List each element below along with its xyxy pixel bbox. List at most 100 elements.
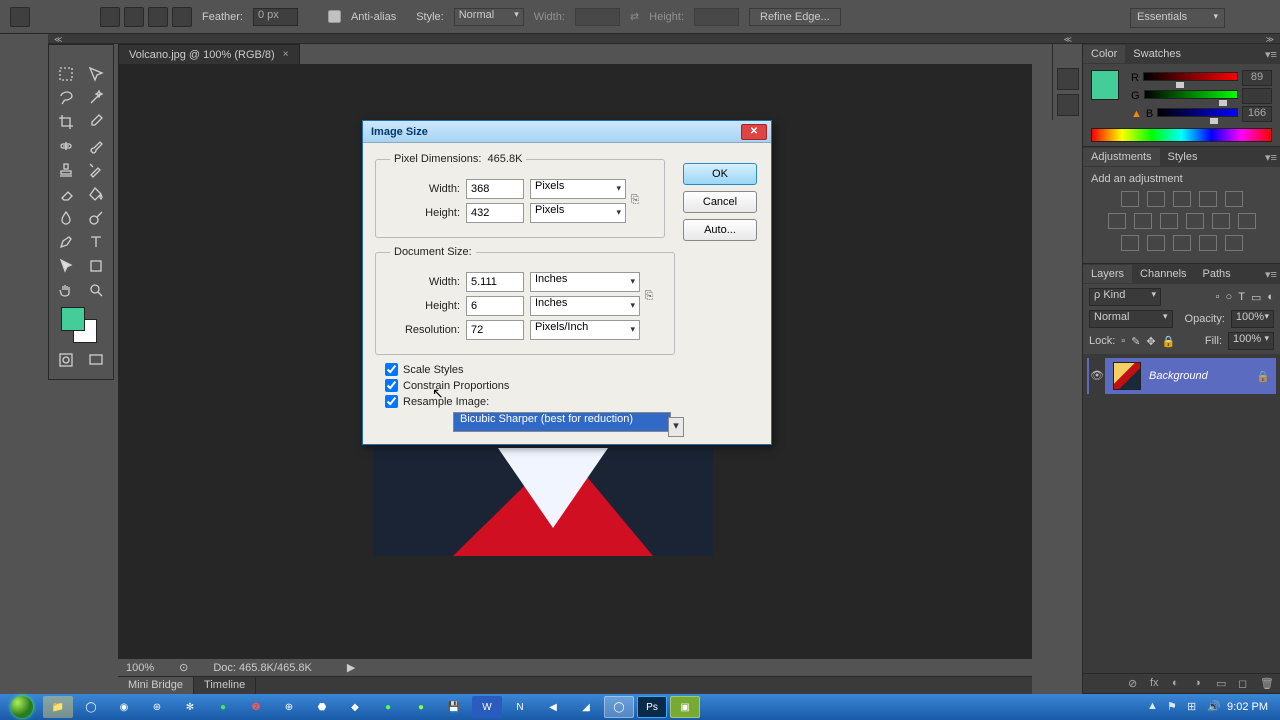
taskbar-app-icon[interactable]: ●: [208, 696, 238, 718]
tab-layers[interactable]: Layers: [1083, 265, 1132, 283]
link-layers-icon[interactable]: ⊘: [1128, 677, 1142, 691]
scale-styles-checkbox[interactable]: [385, 363, 398, 376]
marquee-tool-icon[interactable]: [52, 63, 80, 85]
wand-tool-icon[interactable]: [82, 87, 110, 109]
brush-tool-icon[interactable]: [82, 135, 110, 157]
pixel-width-unit[interactable]: Pixels: [530, 179, 626, 199]
b-value[interactable]: 166: [1242, 106, 1272, 122]
tab-swatches[interactable]: Swatches: [1125, 45, 1189, 63]
photo-filter-icon[interactable]: [1160, 213, 1178, 229]
tray-flag-icon[interactable]: ⚑: [1167, 700, 1181, 714]
color-ramp[interactable]: [1091, 128, 1272, 142]
taskbar-app-icon[interactable]: ◀: [538, 696, 568, 718]
taskbar-app-icon[interactable]: ✻: [175, 696, 205, 718]
link-icon[interactable]: ⎘: [640, 290, 658, 303]
style-select[interactable]: Normal: [454, 8, 524, 26]
group-icon[interactable]: ▭: [1216, 677, 1230, 691]
tray-up-icon[interactable]: ▲: [1147, 700, 1161, 714]
doc-height-unit[interactable]: Inches: [530, 296, 640, 316]
close-icon[interactable]: ✕: [741, 124, 767, 140]
path-select-icon[interactable]: [52, 255, 80, 277]
b-slider[interactable]: [1157, 108, 1238, 120]
close-icon[interactable]: ×: [283, 49, 289, 60]
eyedropper-tool-icon[interactable]: [82, 111, 110, 133]
filter-kind-select[interactable]: ρ Kind: [1089, 288, 1161, 306]
link-icon[interactable]: ⎘: [626, 194, 644, 207]
doc-height-input[interactable]: [466, 296, 524, 316]
color-fill-icon[interactable]: [1225, 235, 1243, 251]
move-tool-icon[interactable]: [82, 63, 110, 85]
pen-tool-icon[interactable]: [52, 231, 80, 253]
taskbar-app-icon[interactable]: ▣: [670, 696, 700, 718]
collapse-mid-icon[interactable]: ≪: [1064, 35, 1072, 44]
taskbar-app-icon[interactable]: ●: [373, 696, 403, 718]
fill-input[interactable]: 100%: [1228, 332, 1274, 350]
taskbar-chrome2-icon[interactable]: ◯: [604, 696, 634, 718]
color-swatch[interactable]: [57, 305, 105, 345]
g-slider[interactable]: [1144, 90, 1238, 102]
hue-icon[interactable]: [1108, 213, 1126, 229]
taskbar-app-icon[interactable]: ◉: [109, 696, 139, 718]
tab-mini-bridge[interactable]: Mini Bridge: [118, 677, 194, 694]
lasso-tool-icon[interactable]: [52, 87, 80, 109]
vibrance-icon[interactable]: [1225, 191, 1243, 207]
taskbar-app-icon[interactable]: ❷: [241, 696, 271, 718]
pixel-height-input[interactable]: [466, 203, 524, 223]
doc-width-input[interactable]: [466, 272, 524, 292]
taskbar-app-icon[interactable]: ⊛: [142, 696, 172, 718]
workspace-select[interactable]: Essentials: [1130, 8, 1225, 28]
blur-tool-icon[interactable]: [52, 207, 80, 229]
tab-adjustments[interactable]: Adjustments: [1083, 148, 1160, 166]
brightness-icon[interactable]: [1121, 191, 1139, 207]
start-button[interactable]: [4, 696, 40, 718]
hand-tool-icon[interactable]: [52, 279, 80, 301]
type-tool-icon[interactable]: [82, 231, 110, 253]
zoom-tool-icon[interactable]: [82, 279, 110, 301]
selection-new-icon[interactable]: [100, 7, 120, 27]
heal-tool-icon[interactable]: [52, 135, 80, 157]
color-preview[interactable]: [1091, 70, 1119, 100]
history-brush-icon[interactable]: [82, 159, 110, 181]
fx-icon[interactable]: fx: [1150, 677, 1164, 691]
resolution-unit[interactable]: Pixels/Inch: [530, 320, 640, 340]
exposure-icon[interactable]: [1199, 191, 1217, 207]
taskbar-app-icon[interactable]: N: [505, 696, 535, 718]
collapse-left-icon[interactable]: ≪: [54, 35, 62, 44]
gradient-map-icon[interactable]: [1173, 235, 1191, 251]
pixel-width-input[interactable]: [466, 179, 524, 199]
tab-paths[interactable]: Paths: [1195, 265, 1239, 283]
doc-width-unit[interactable]: Inches: [530, 272, 640, 292]
collapse-right-icon[interactable]: ≫: [1266, 35, 1274, 44]
status-more-icon[interactable]: ▶: [347, 661, 355, 674]
screenmode-icon[interactable]: [82, 349, 110, 371]
constrain-checkbox[interactable]: [385, 379, 398, 392]
levels-icon[interactable]: [1147, 191, 1165, 207]
bucket-tool-icon[interactable]: [82, 183, 110, 205]
properties-panel-icon[interactable]: [1057, 94, 1079, 116]
refine-edge-button[interactable]: Refine Edge...: [749, 8, 841, 26]
panel-menu-icon[interactable]: ▾≡: [1262, 151, 1280, 164]
quickmask-icon[interactable]: [52, 349, 80, 371]
taskbar-app-icon[interactable]: ●: [406, 696, 436, 718]
clock[interactable]: 9:02 PM: [1227, 701, 1268, 713]
taskbar-app-icon[interactable]: ◢: [571, 696, 601, 718]
dialog-titlebar[interactable]: Image Size ✕: [363, 121, 771, 143]
curves-icon[interactable]: [1173, 191, 1191, 207]
g-value[interactable]: [1242, 88, 1272, 104]
resample-method-select[interactable]: Bicubic Sharper (best for reduction): [453, 412, 671, 432]
selective-icon[interactable]: [1199, 235, 1217, 251]
tool-preset-icon[interactable]: [10, 7, 30, 27]
fg-color-swatch[interactable]: [61, 307, 85, 331]
taskbar-word-icon[interactable]: W: [472, 696, 502, 718]
lookup-icon[interactable]: [1212, 213, 1230, 229]
selection-intersect-icon[interactable]: [172, 7, 192, 27]
trash-icon[interactable]: 🗑: [1260, 677, 1274, 691]
blend-mode-select[interactable]: Normal: [1089, 310, 1173, 328]
taskbar-explorer-icon[interactable]: 📁: [43, 696, 73, 718]
selection-sub-icon[interactable]: [148, 7, 168, 27]
taskbar-chrome-icon[interactable]: ◯: [76, 696, 106, 718]
tray-net-icon[interactable]: ⊞: [1187, 700, 1201, 714]
crop-tool-icon[interactable]: [52, 111, 80, 133]
cancel-button[interactable]: Cancel: [683, 191, 757, 213]
history-panel-icon[interactable]: [1057, 68, 1079, 90]
